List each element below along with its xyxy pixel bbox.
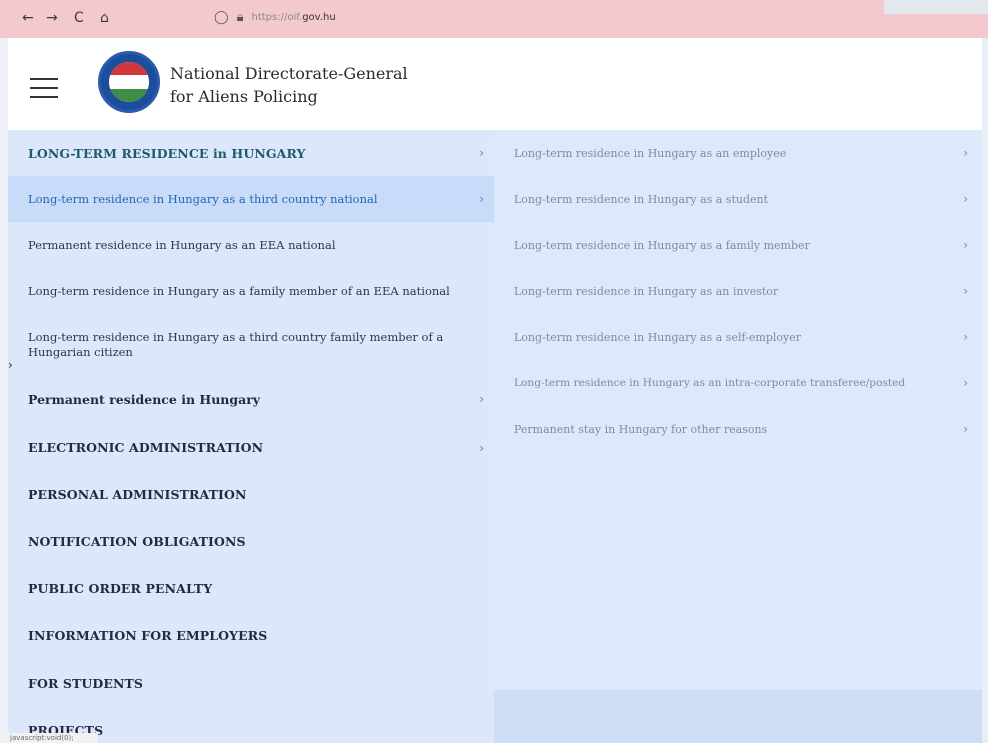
submenu-item-family-member[interactable]: Long-term residence in Hungary as a fami… xyxy=(514,222,974,268)
agency-logo[interactable] xyxy=(98,51,160,113)
back-icon[interactable]: ← xyxy=(22,10,34,26)
chevron-right-icon: › xyxy=(479,192,484,206)
chevron-right-icon: › xyxy=(963,284,968,298)
address-bar[interactable]: ◯ 🔒︎ https://oif.gov.hu xyxy=(214,10,336,25)
org-name-line2: for Aliens Policing xyxy=(170,87,318,106)
submenu-item-intra-corporate[interactable]: Long-term residence in Hungary as an int… xyxy=(514,360,974,406)
menu-item-hungarian-citizen-family[interactable]: Long-term residence in Hungary as a thir… xyxy=(8,314,494,376)
lock-icon: 🔒︎ xyxy=(236,10,244,25)
submenu-item-self-employer[interactable]: Long-term residence in Hungary as a self… xyxy=(514,314,974,360)
window-corner xyxy=(884,0,988,14)
chevron-right-icon: › xyxy=(963,330,968,344)
chevron-right-icon: › xyxy=(963,146,968,160)
window-frame-right xyxy=(982,0,988,743)
chevron-right-icon: › xyxy=(479,440,484,455)
org-name[interactable]: National Directorate-General for Aliens … xyxy=(170,62,408,108)
chevron-right-icon: › xyxy=(479,146,484,160)
reload-icon[interactable]: C xyxy=(74,10,84,26)
menu-public-order-penalty[interactable]: PUBLIC ORDER PENALTY xyxy=(8,565,494,612)
menu-personal-administration[interactable]: PERSONAL ADMINISTRATION xyxy=(8,471,494,518)
window-frame-left xyxy=(0,0,8,743)
browser-toolbar: ← → C ⌂ ◯ 🔒︎ https://oif.gov.hu xyxy=(0,0,988,38)
menu-item-third-country-national[interactable]: Long-term residence in Hungary as a thir… xyxy=(8,176,494,222)
chevron-right-icon: › xyxy=(963,376,968,390)
home-icon[interactable]: ⌂ xyxy=(100,10,109,26)
shield-icon: ◯ xyxy=(214,10,229,25)
menu-long-term-residence[interactable]: LONG-TERM RESIDENCE in HUNGARY › xyxy=(8,130,494,176)
chevron-right-icon: › xyxy=(963,422,968,436)
forward-icon[interactable]: → xyxy=(46,10,58,26)
submenu-panel-footer xyxy=(494,690,982,743)
menu-item-eea-family-member[interactable]: Long-term residence in Hungary as a fami… xyxy=(8,268,494,314)
submenu-item-other-reasons[interactable]: Permanent stay in Hungary for other reas… xyxy=(514,406,974,452)
menu-information-for-employers[interactable]: INFORMATION FOR EMPLOYERS xyxy=(8,612,494,659)
hamburger-menu-icon[interactable] xyxy=(30,78,58,98)
site-header: National Directorate-General for Aliens … xyxy=(8,38,982,130)
submenu-item-employee[interactable]: Long-term residence in Hungary as an emp… xyxy=(514,130,974,176)
status-bar: javascript:void(0); xyxy=(8,733,98,743)
menu-electronic-administration[interactable]: ELECTRONIC ADMINISTRATION › xyxy=(8,424,494,471)
chevron-right-icon: › xyxy=(963,192,968,206)
menu-item-permanent-residence[interactable]: Permanent residence in Hungary › xyxy=(8,376,494,422)
main-menu-panel: LONG-TERM RESIDENCE in HUNGARY › Long-te… xyxy=(8,130,494,743)
submenu-item-investor[interactable]: Long-term residence in Hungary as an inv… xyxy=(514,268,974,314)
chevron-right-icon: › xyxy=(479,392,484,406)
submenu-panel: Long-term residence in Hungary as an emp… xyxy=(494,130,982,690)
collapse-handle-icon[interactable]: › xyxy=(8,358,13,372)
menu-notification-obligations[interactable]: NOTIFICATION OBLIGATIONS xyxy=(8,518,494,565)
chevron-right-icon: › xyxy=(963,238,968,252)
menu-for-students[interactable]: FOR STUDENTS xyxy=(8,659,494,707)
url-text[interactable]: https://oif.gov.hu xyxy=(251,12,335,23)
submenu-item-student[interactable]: Long-term residence in Hungary as a stud… xyxy=(514,176,974,222)
menu-item-eea-national[interactable]: Permanent residence in Hungary as an EEA… xyxy=(8,222,494,268)
org-name-line1: National Directorate-General xyxy=(170,64,408,83)
